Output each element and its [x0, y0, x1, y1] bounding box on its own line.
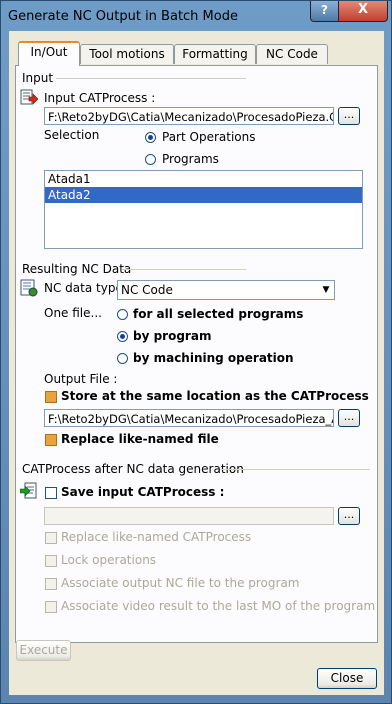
save-catprocess-path-field[interactable]	[44, 507, 334, 525]
dialog-window: Generate NC Output in Batch Mode ? X In/…	[0, 0, 392, 704]
selection-label: Selection	[44, 128, 100, 142]
save-input-catprocess-label[interactable]: Save input CATProcess :	[61, 485, 224, 499]
replace-like-named-file-checkbox[interactable]	[45, 434, 57, 446]
replace-like-named-catprocess-checkbox[interactable]	[45, 532, 57, 544]
help-button[interactable]: ?	[310, 1, 339, 22]
chevron-down-icon[interactable]: ▼	[318, 281, 334, 299]
one-file-label: One file...	[44, 306, 102, 320]
list-item[interactable]: Atada1	[45, 171, 362, 187]
programs-radio[interactable]	[145, 154, 156, 165]
after-generation-group-label: CATProcess after NC data generation	[22, 462, 244, 476]
input-group-divider	[56, 78, 246, 79]
tab-nc-code[interactable]: NC Code	[256, 44, 328, 64]
save-catprocess-icon	[20, 482, 37, 499]
replace-like-named-file-label[interactable]: Replace like-named file	[61, 432, 219, 446]
input-catprocess-path-field[interactable]: F:\Reto2byDG\Catia\Mecanizado\ProcesadoP…	[44, 107, 334, 125]
input-catprocess-label: Input CATProcess :	[44, 91, 156, 105]
input-group-label: Input	[22, 71, 54, 85]
associate-nc-file-label[interactable]: Associate output NC file to the program	[61, 576, 300, 590]
save-input-catprocess-checkbox[interactable]	[45, 487, 57, 499]
tab-formatting[interactable]: Formatting	[174, 44, 256, 64]
all-programs-radio[interactable]	[117, 309, 128, 320]
title-bar[interactable]: Generate NC Output in Batch Mode ? X	[1, 1, 391, 31]
tab-in-out[interactable]: In/Out	[18, 41, 80, 66]
part-operations-radio-label[interactable]: Part Operations	[162, 130, 255, 144]
programs-radio-label[interactable]: Programs	[162, 152, 219, 166]
associate-nc-file-checkbox[interactable]	[45, 578, 57, 590]
selection-list[interactable]: Atada1 Atada2	[44, 170, 363, 249]
associate-video-checkbox[interactable]	[45, 601, 57, 613]
close-button[interactable]: Close	[317, 668, 377, 689]
dialog-client-area: In/Out Tool motions Formatting NC Code I…	[9, 31, 384, 695]
lock-operations-label[interactable]: Lock operations	[61, 553, 156, 567]
after-group-divider	[220, 469, 370, 470]
replace-like-named-catprocess-label[interactable]: Replace like-named CATProcess	[61, 530, 251, 544]
nc-data-type-label: NC data type:	[44, 281, 127, 295]
all-programs-radio-label[interactable]: for all selected programs	[133, 307, 303, 321]
window-title: Generate NC Output in Batch Mode	[8, 9, 238, 24]
nc-data-type-value: NC Code	[121, 283, 173, 297]
associate-video-label[interactable]: Associate video result to the last MO of…	[61, 599, 375, 613]
by-program-radio[interactable]	[117, 331, 128, 342]
resulting-group-divider	[122, 269, 246, 270]
resulting-nc-data-group-label: Resulting NC Data	[22, 262, 132, 276]
by-operation-radio[interactable]	[117, 353, 128, 364]
save-catprocess-browse-button[interactable]: ...	[338, 507, 360, 525]
part-operations-radio[interactable]	[145, 132, 156, 143]
output-file-label: Output File :	[44, 372, 118, 386]
store-same-location-checkbox[interactable]	[45, 391, 57, 403]
lock-operations-checkbox[interactable]	[45, 555, 57, 567]
tab-tool-motions[interactable]: Tool motions	[80, 44, 174, 64]
tab-panel-in-out: Input Input CATProcess : F:\Reto2byDG\Ca…	[15, 65, 378, 643]
window-close-button[interactable]: X	[338, 1, 388, 22]
by-program-radio-label[interactable]: by program	[133, 329, 211, 343]
nc-data-type-select[interactable]: NC Code ▼	[117, 280, 335, 300]
execute-button[interactable]: Execute	[16, 640, 71, 661]
list-item-selected[interactable]: Atada2	[45, 187, 362, 203]
input-catprocess-browse-button[interactable]: ...	[338, 107, 360, 125]
by-operation-radio-label[interactable]: by machining operation	[133, 351, 294, 365]
output-path-browse-button[interactable]: ...	[338, 409, 360, 427]
catprocess-input-icon	[20, 89, 38, 105]
nc-data-icon	[20, 279, 38, 297]
store-same-location-label[interactable]: Store at the same location as the CATPro…	[61, 389, 369, 403]
output-path-field[interactable]: F:\Reto2byDG\Catia\Mecanizado\ProcesadoP…	[44, 409, 334, 427]
